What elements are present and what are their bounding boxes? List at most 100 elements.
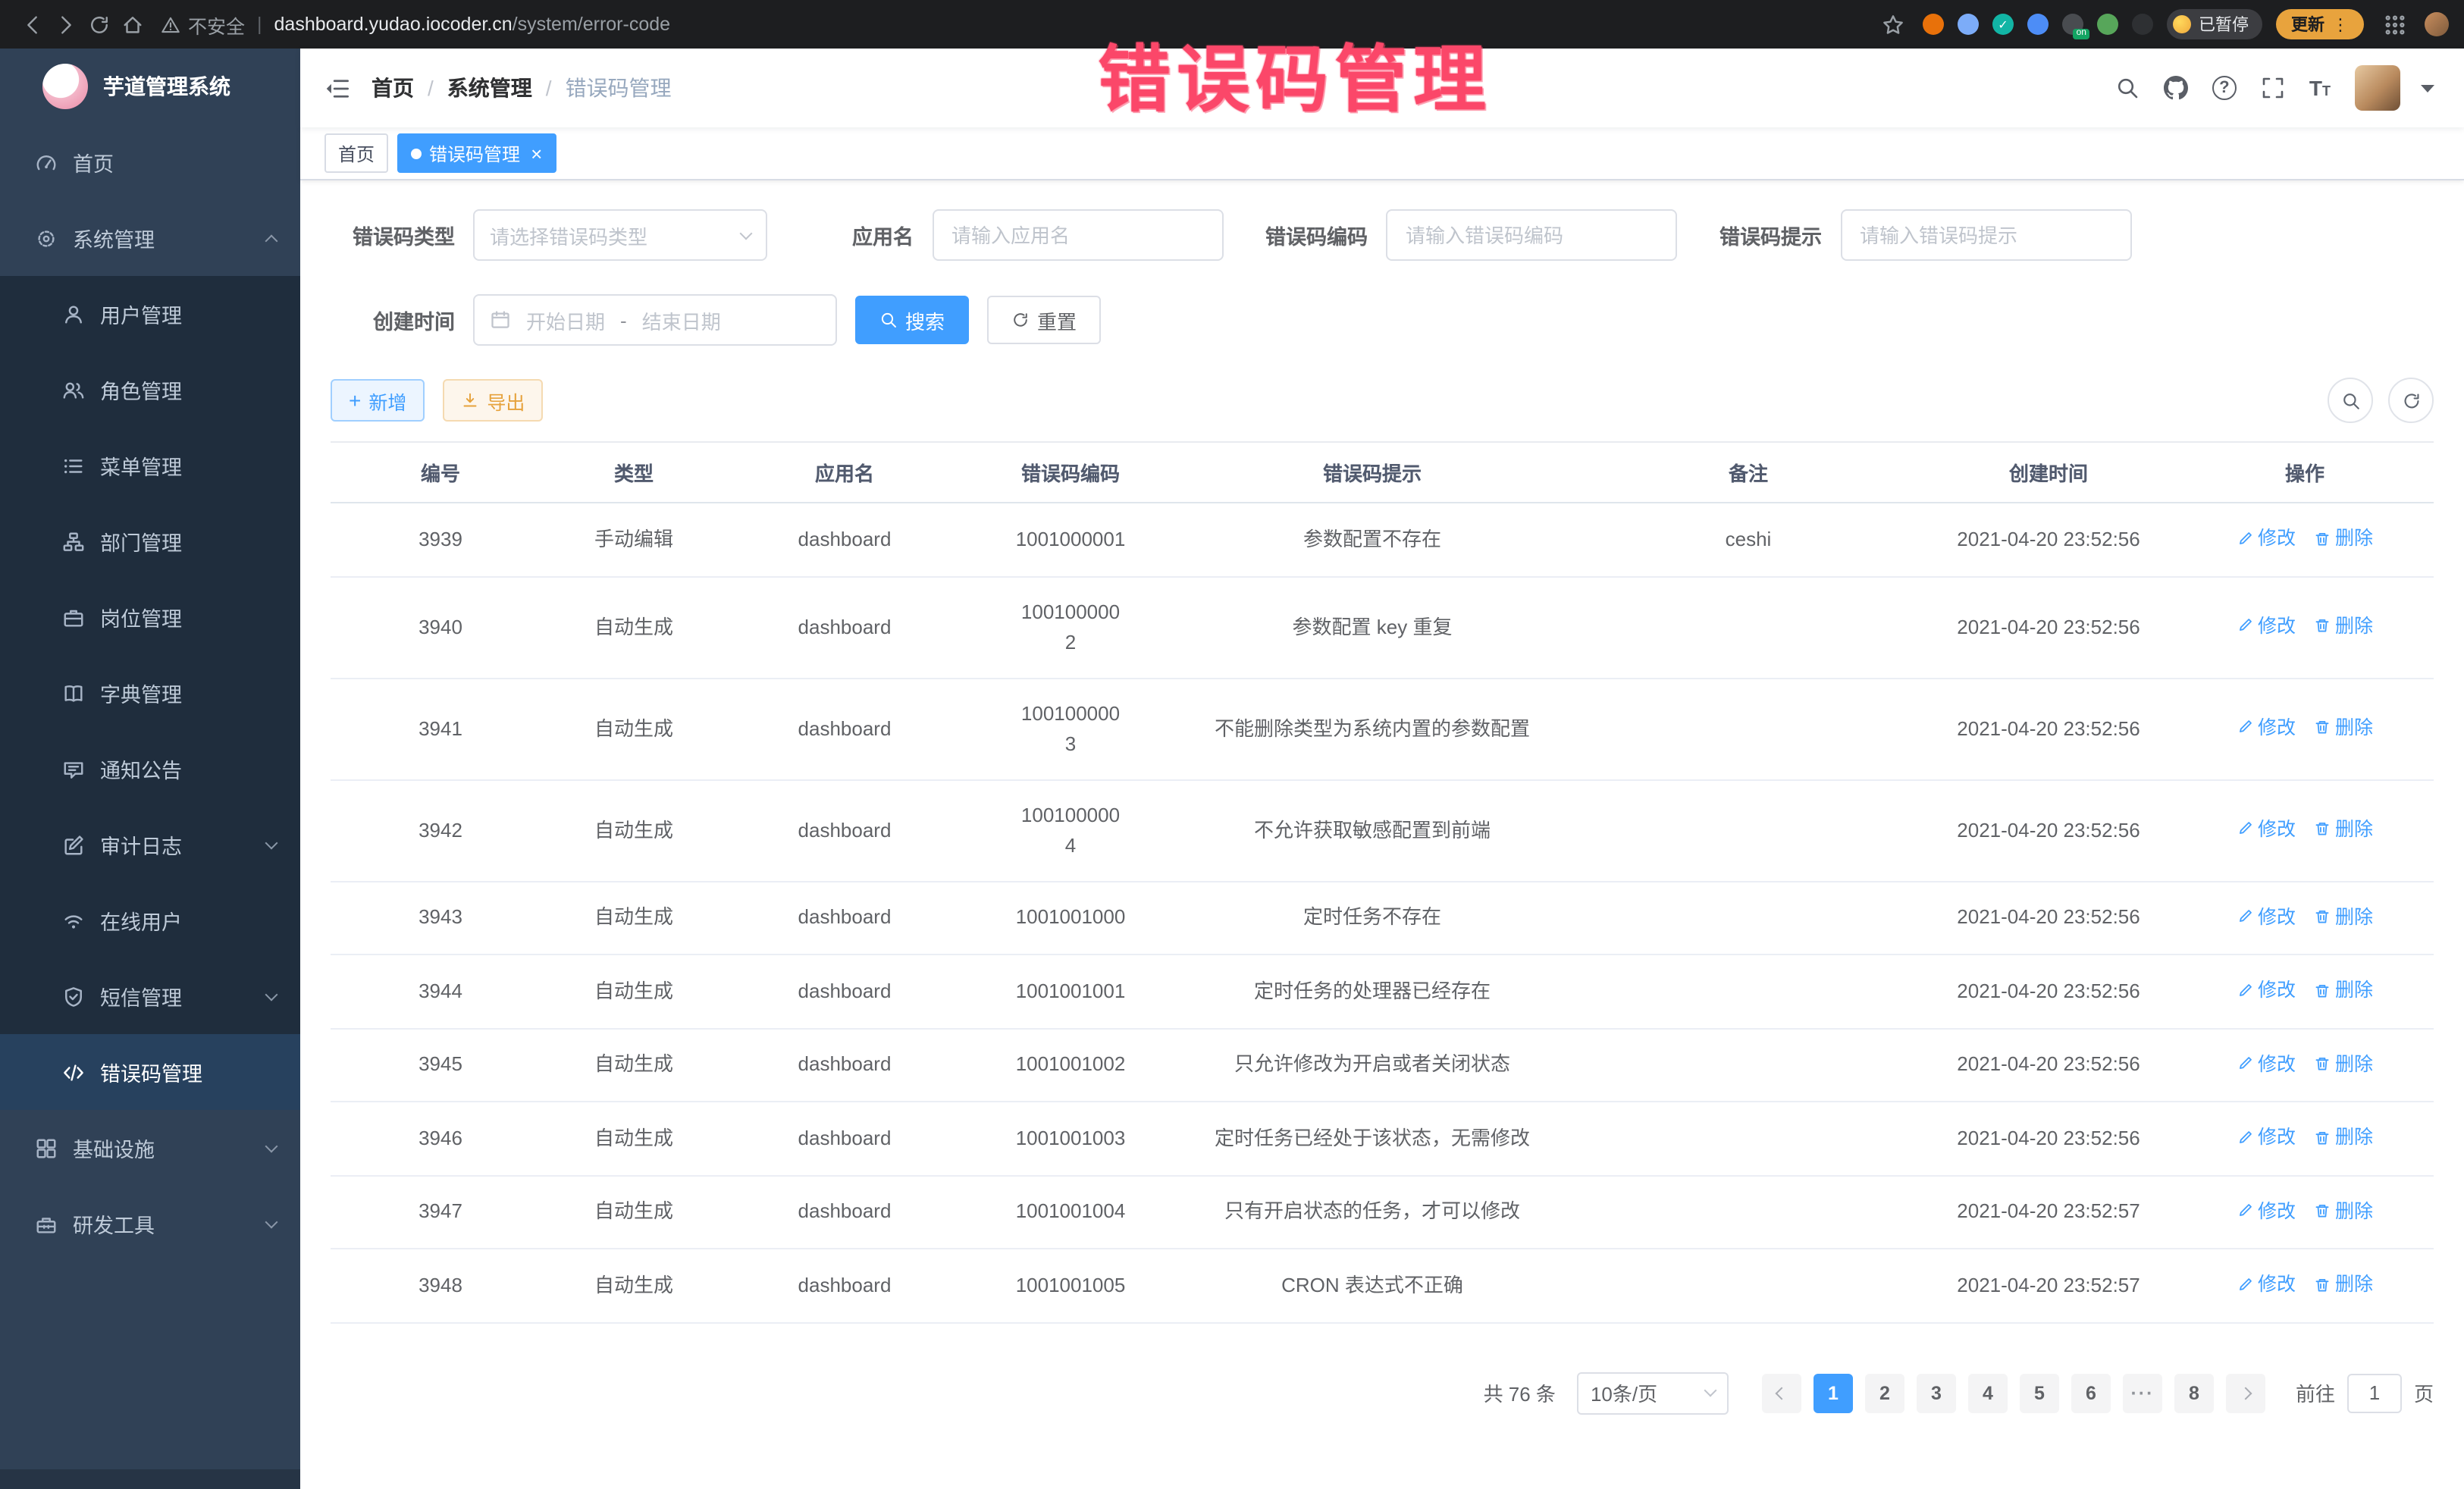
caret-down-icon[interactable]: [2415, 76, 2440, 100]
date-range-picker[interactable]: 开始日期 - 结束日期: [473, 294, 837, 346]
dashboard-icon: [33, 151, 58, 174]
delete-link[interactable]: 删除: [2314, 713, 2373, 743]
extension-blue-icon[interactable]: [2027, 14, 2049, 35]
sidebar-item-system[interactable]: 系统管理: [0, 200, 300, 276]
sidebar-item-error-code[interactable]: 错误码管理: [0, 1034, 300, 1110]
help-icon[interactable]: ?: [2212, 76, 2237, 100]
search-icon: [2340, 390, 2360, 410]
hamburger-icon[interactable]: [324, 75, 350, 101]
fullscreen-icon[interactable]: [2261, 76, 2285, 100]
extension-dark-pin-icon[interactable]: [2132, 14, 2153, 35]
close-icon[interactable]: ×: [531, 143, 542, 163]
edit-link[interactable]: 修改: [2237, 611, 2296, 641]
pager-page-3[interactable]: 3: [1917, 1373, 1956, 1412]
pager-page-1[interactable]: 1: [1814, 1373, 1853, 1412]
update-button[interactable]: 更新⋮: [2276, 9, 2364, 39]
bookmark-star-icon[interactable]: [1876, 8, 1909, 41]
cell-id: 3944: [331, 955, 550, 1028]
sidebar-item-online-user[interactable]: 在线用户: [0, 882, 300, 958]
table-row: 3943自动生成dashboard1001001000定时任务不存在2021-0…: [331, 881, 2434, 955]
add-button[interactable]: +新增: [331, 379, 425, 422]
cell-type: 自动生成: [550, 881, 717, 955]
home-icon[interactable]: [115, 8, 149, 41]
error-type-select[interactable]: 请选择错误码类型: [473, 209, 767, 261]
user-avatar[interactable]: [2355, 65, 2400, 111]
font-size-icon[interactable]: TT: [2309, 76, 2331, 100]
extension-teal-check-icon[interactable]: ✓: [1992, 14, 2014, 35]
reload-icon[interactable]: [82, 8, 115, 41]
address-bar[interactable]: 不安全 | dashboard.yudao.iocoder.cn/system/…: [161, 10, 670, 39]
delete-link[interactable]: 删除: [2314, 1269, 2373, 1299]
pager-page-8[interactable]: 8: [2174, 1373, 2214, 1412]
pager-page-2[interactable]: 2: [1865, 1373, 1904, 1412]
extension-green-icon[interactable]: [2097, 14, 2118, 35]
sidebar-item-role[interactable]: 角色管理: [0, 352, 300, 428]
sidebar-item-dept[interactable]: 部门管理: [0, 503, 300, 579]
extension-lightblue-icon[interactable]: [1958, 14, 1979, 35]
sidebar-item-infra[interactable]: 基础设施: [0, 1110, 300, 1186]
next-page-button[interactable]: [2226, 1373, 2265, 1412]
page-size-select[interactable]: 10条/页: [1577, 1371, 1729, 1414]
error-code-input[interactable]: [1386, 209, 1677, 261]
search-button[interactable]: 搜索: [855, 296, 969, 344]
browser-profile-avatar[interactable]: [2425, 12, 2449, 36]
cell-actions: 修改删除: [2176, 1175, 2434, 1249]
prev-page-button[interactable]: [1762, 1373, 1801, 1412]
pager-page-5[interactable]: 5: [2020, 1373, 2059, 1412]
delete-link[interactable]: 删除: [2314, 814, 2373, 845]
sidebar-item-notice[interactable]: 通知公告: [0, 731, 300, 807]
page-content: 错误码类型 请选择错误码类型 应用名 错误码编码 错误码提示 创建时间: [300, 180, 2464, 1489]
edit-link[interactable]: 修改: [2237, 1196, 2296, 1226]
sidebar-item-audit-log[interactable]: 审计日志: [0, 807, 300, 882]
breadcrumb-home[interactable]: 首页: [371, 73, 414, 103]
toggle-search-button[interactable]: [2328, 378, 2373, 423]
tab-home[interactable]: 首页: [324, 133, 388, 173]
sidebar-item-home[interactable]: 首页: [0, 124, 300, 200]
sidebar-item-sms[interactable]: 短信管理: [0, 958, 300, 1034]
pager-ellipsis[interactable]: ···: [2123, 1373, 2162, 1412]
delete-link[interactable]: 删除: [2314, 975, 2373, 1005]
delete-link[interactable]: 删除: [2314, 611, 2373, 641]
sidebar-item-user[interactable]: 用户管理: [0, 276, 300, 352]
edit-link[interactable]: 修改: [2237, 1122, 2296, 1152]
paused-badge[interactable]: 已暂停: [2167, 9, 2262, 39]
sidebar-item-dev-tools[interactable]: 研发工具: [0, 1186, 300, 1262]
export-button[interactable]: 导出: [443, 379, 543, 422]
breadcrumb-system[interactable]: 系统管理: [447, 73, 532, 103]
edit-link[interactable]: 修改: [2237, 814, 2296, 845]
edit-icon: [2237, 1276, 2253, 1293]
sidebar-item-menu[interactable]: 菜单管理: [0, 428, 300, 503]
delete-link[interactable]: 删除: [2314, 1196, 2373, 1226]
edit-link[interactable]: 修改: [2237, 901, 2296, 932]
tab-error-code[interactable]: 错误码管理×: [397, 133, 556, 173]
delete-link[interactable]: 删除: [2314, 901, 2373, 932]
edit-link[interactable]: 修改: [2237, 713, 2296, 743]
edit-link[interactable]: 修改: [2237, 523, 2296, 553]
sidebar-item-post[interactable]: 岗位管理: [0, 579, 300, 655]
pager-page-6[interactable]: 6: [2071, 1373, 2111, 1412]
app-name-input[interactable]: [932, 209, 1223, 261]
delete-link[interactable]: 删除: [2314, 1049, 2373, 1079]
sidebar-item-dict[interactable]: 字典管理: [0, 655, 300, 731]
github-icon[interactable]: [2164, 76, 2188, 100]
goto-page-input[interactable]: [2347, 1373, 2402, 1412]
back-icon[interactable]: [15, 8, 49, 41]
forward-icon[interactable]: [49, 8, 82, 41]
pager-page-4[interactable]: 4: [1968, 1373, 2008, 1412]
refresh-table-button[interactable]: [2388, 378, 2434, 423]
edit-link[interactable]: 修改: [2237, 1269, 2296, 1299]
delete-link[interactable]: 删除: [2314, 523, 2373, 553]
extension-orange-icon[interactable]: [1923, 14, 1944, 35]
delete-icon: [2314, 821, 2331, 838]
edit-link[interactable]: 修改: [2237, 1049, 2296, 1079]
search-icon[interactable]: [2115, 76, 2140, 100]
apps-grid-icon[interactable]: [2378, 8, 2411, 41]
cell-remark: [1575, 1028, 1921, 1102]
edit-link[interactable]: 修改: [2237, 975, 2296, 1005]
extension-dark-on-icon[interactable]: on: [2062, 14, 2083, 35]
reset-button[interactable]: 重置: [987, 296, 1101, 344]
error-hint-input[interactable]: [1840, 209, 2131, 261]
delete-link[interactable]: 删除: [2314, 1122, 2373, 1152]
sidebar-collapse-bar[interactable]: [0, 1469, 300, 1489]
sidebar-logo[interactable]: 芋道管理系统: [0, 49, 300, 124]
